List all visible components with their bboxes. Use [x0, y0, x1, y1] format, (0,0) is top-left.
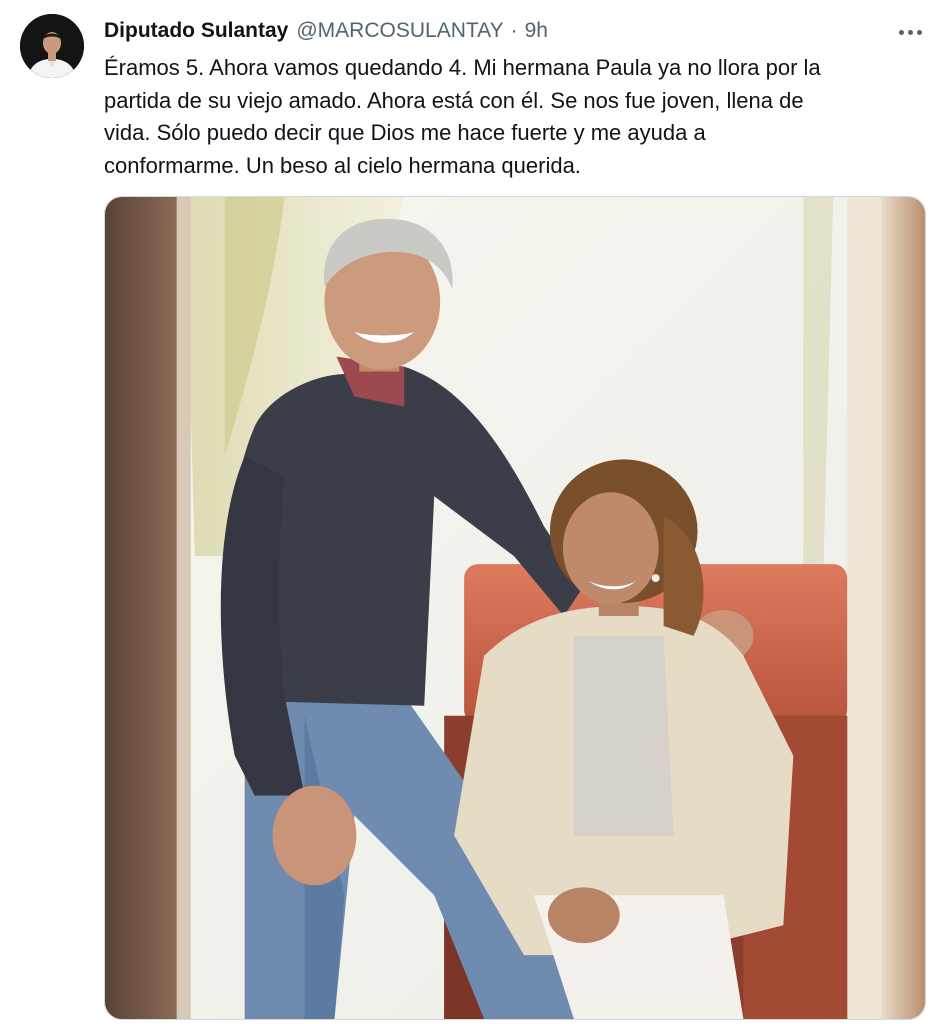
tweet-text: Éramos 5. Ahora vamos quedando 4. Mi her…: [104, 52, 924, 182]
tweet-header: Diputado Sulantay @MARCOSULANTAY · 9h: [104, 16, 548, 46]
profile-avatar-icon: [20, 14, 84, 78]
author-display-name[interactable]: Diputado Sulantay: [104, 16, 288, 46]
author-handle[interactable]: @MARCOSULANTAY: [296, 16, 503, 46]
tweet-text-line: conformarme. Un beso al cielo hermana qu…: [104, 152, 581, 178]
tweet-photo[interactable]: [104, 196, 926, 1020]
tweet-text-line: vida. Sólo puedo decir que Dios me hace …: [104, 120, 706, 146]
tweet-timestamp[interactable]: 9h: [525, 16, 548, 46]
tweet-text-line: partida de su viejo amado. Ahora está co…: [104, 87, 804, 113]
tweet: Diputado Sulantay @MARCOSULANTAY · 9h Ér…: [0, 0, 950, 1024]
header-separator: ·: [510, 19, 518, 42]
tweet-text-line: Éramos 5. Ahora vamos quedando 4. Mi her…: [104, 55, 821, 80]
photo-illustration: [105, 197, 925, 1019]
author-avatar[interactable]: [20, 14, 84, 78]
more-options-button[interactable]: [892, 18, 928, 46]
more-horizontal-icon: [898, 29, 922, 35]
